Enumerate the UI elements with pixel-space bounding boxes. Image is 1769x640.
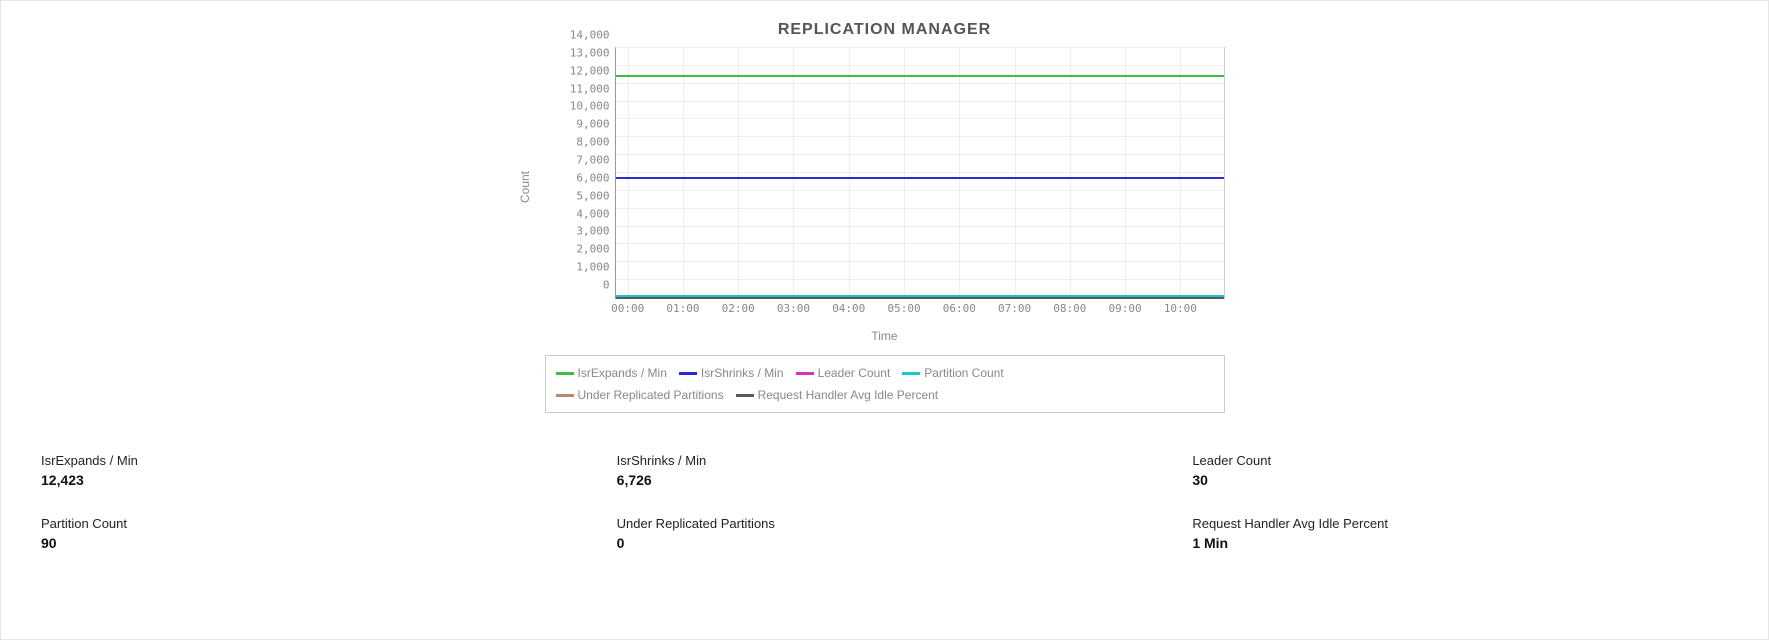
y-tick: 13,000 [550, 46, 616, 59]
legend-item[interactable]: IsrShrinks / Min [679, 362, 784, 384]
stat-value: 1 Min [1192, 535, 1728, 551]
legend-swatch [736, 394, 754, 397]
gridline-v [1015, 48, 1016, 298]
series-line [616, 177, 1224, 179]
gridline-v [683, 48, 684, 298]
gridline-v [628, 48, 629, 298]
stat-label: Request Handler Avg Idle Percent [1192, 516, 1728, 531]
legend-item[interactable]: Leader Count [796, 362, 891, 384]
stat-label: IsrShrinks / Min [617, 453, 1153, 468]
chart-title: REPLICATION MANAGER [545, 21, 1225, 39]
y-tick: 8,000 [550, 136, 616, 149]
y-tick: 5,000 [550, 189, 616, 202]
y-tick: 0 [550, 279, 616, 292]
gridline-v [849, 48, 850, 298]
stat-value: 6,726 [617, 472, 1153, 488]
legend-item[interactable]: Under Replicated Partitions [556, 384, 724, 406]
stat-cell: IsrExpands / Min 12,423 [41, 453, 577, 488]
legend-label: IsrExpands / Min [578, 366, 667, 380]
y-tick: 2,000 [550, 243, 616, 256]
gridline-v [793, 48, 794, 298]
plot-area[interactable]: 01,0002,0003,0004,0005,0006,0007,0008,00… [615, 47, 1225, 299]
gridline-h [616, 83, 1224, 84]
y-tick: 10,000 [550, 100, 616, 113]
gridline-h [616, 190, 1224, 191]
gridline-h [616, 65, 1224, 66]
x-tick: 04:00 [832, 298, 865, 315]
gridline-h [616, 243, 1224, 244]
legend-swatch [679, 372, 697, 375]
x-tick: 09:00 [1109, 298, 1142, 315]
stat-label: IsrExpands / Min [41, 453, 577, 468]
stat-cell: Partition Count 90 [41, 516, 577, 551]
y-tick: 11,000 [550, 82, 616, 95]
x-tick: 05:00 [887, 298, 920, 315]
gridline-v [738, 48, 739, 298]
legend-item[interactable]: Request Handler Avg Idle Percent [736, 384, 939, 406]
gridline-v [1125, 48, 1126, 298]
x-tick: 08:00 [1053, 298, 1086, 315]
series-line [616, 297, 1224, 299]
x-tick: 00:00 [611, 298, 644, 315]
y-tick: 14,000 [550, 29, 616, 42]
gridline-h [616, 47, 1224, 48]
x-tick: 10:00 [1164, 298, 1197, 315]
gridline-h [616, 136, 1224, 137]
gridline-h [616, 226, 1224, 227]
legend-swatch [796, 372, 814, 375]
y-tick: 3,000 [550, 225, 616, 238]
stat-value: 30 [1192, 472, 1728, 488]
legend-label: Under Replicated Partitions [578, 388, 724, 402]
series-line [616, 75, 1224, 77]
stat-cell: IsrShrinks / Min 6,726 [617, 453, 1153, 488]
replication-manager-panel: REPLICATION MANAGER Count 01,0002,0003,0… [0, 0, 1769, 640]
gridline-v [904, 48, 905, 298]
x-tick: 03:00 [777, 298, 810, 315]
legend-label: Request Handler Avg Idle Percent [758, 388, 939, 402]
stats-grid: IsrExpands / Min 12,423 IsrShrinks / Min 6,… [31, 453, 1738, 551]
y-tick: 6,000 [550, 171, 616, 184]
y-tick: 4,000 [550, 207, 616, 220]
legend-swatch [902, 372, 920, 375]
gridline-h [616, 261, 1224, 262]
stat-label: Partition Count [41, 516, 577, 531]
gridline-h [616, 101, 1224, 102]
gridline-v [1070, 48, 1071, 298]
y-tick: 7,000 [550, 154, 616, 167]
x-tick: 01:00 [666, 298, 699, 315]
gridline-h [616, 118, 1224, 119]
gridline-v [959, 48, 960, 298]
x-tick: 07:00 [998, 298, 1031, 315]
gridline-h [616, 154, 1224, 155]
stat-label: Under Replicated Partitions [617, 516, 1153, 531]
legend-item[interactable]: IsrExpands / Min [556, 362, 667, 384]
stat-label: Leader Count [1192, 453, 1728, 468]
y-tick: 9,000 [550, 118, 616, 131]
stat-cell: Under Replicated Partitions 0 [617, 516, 1153, 551]
gridline-h [616, 279, 1224, 280]
y-axis-label: Count [518, 171, 532, 203]
legend-swatch [556, 394, 574, 397]
legend: IsrExpands / Min IsrShrinks / Min Leader C… [545, 355, 1225, 413]
x-axis-label: Time [545, 329, 1225, 343]
chart-container: REPLICATION MANAGER Count 01,0002,0003,0… [545, 21, 1225, 413]
stat-value: 90 [41, 535, 577, 551]
legend-item[interactable]: Partition Count [902, 362, 1003, 384]
x-tick: 02:00 [722, 298, 755, 315]
legend-label: Leader Count [818, 366, 891, 380]
legend-label: Partition Count [924, 366, 1003, 380]
gridline-h [616, 208, 1224, 209]
stat-cell: Leader Count 30 [1192, 453, 1728, 488]
gridline-v [1180, 48, 1181, 298]
stat-value: 0 [617, 535, 1153, 551]
y-tick: 1,000 [550, 261, 616, 274]
y-tick: 12,000 [550, 64, 616, 77]
legend-swatch [556, 372, 574, 375]
x-tick: 06:00 [943, 298, 976, 315]
chart-box: Count 01,0002,0003,0004,0005,0006,0007,0… [545, 47, 1225, 327]
legend-label: IsrShrinks / Min [701, 366, 784, 380]
gridline-h [616, 172, 1224, 173]
stat-cell: Request Handler Avg Idle Percent 1 Min [1192, 516, 1728, 551]
stat-value: 12,423 [41, 472, 577, 488]
